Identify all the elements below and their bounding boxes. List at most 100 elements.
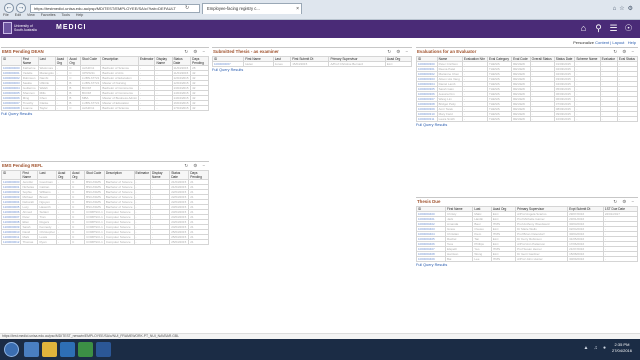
id-link[interactable]: 1100000007 bbox=[0, 214, 22, 220]
column-header[interactable]: Display Name bbox=[154, 56, 173, 66]
column-header[interactable]: Last bbox=[37, 170, 57, 180]
id-link[interactable]: 1000000300 bbox=[416, 61, 438, 67]
clock[interactable]: 2:35 PM 27/04/2016 bbox=[612, 342, 632, 354]
column-header[interactable]: Days Pending bbox=[188, 170, 209, 180]
column-header[interactable]: First Name bbox=[20, 170, 39, 180]
column-header[interactable]: Eval Status bbox=[616, 56, 639, 62]
id-link[interactable]: 1100000001 bbox=[0, 184, 22, 190]
forward-arrow-icon[interactable]: → bbox=[16, 3, 26, 13]
column-header[interactable]: Overall Status bbox=[529, 56, 555, 62]
gear-icon[interactable]: ⚙ bbox=[628, 6, 636, 12]
id-link[interactable]: 1000000005 bbox=[1, 90, 22, 96]
personalize-content-layout[interactable]: Content | Layout bbox=[595, 40, 624, 45]
column-header[interactable]: Acad Org bbox=[67, 56, 82, 66]
address-bar[interactable]: https://testmedici.unisa.edu.au/psp/MDIT… bbox=[30, 4, 200, 13]
id-link[interactable]: 1000000308 bbox=[416, 101, 438, 107]
menu-icon[interactable]: ☰ bbox=[606, 23, 621, 34]
column-header[interactable]: Acad Org bbox=[55, 170, 72, 180]
star-icon[interactable]: ☆ bbox=[619, 6, 627, 12]
id-link[interactable]: 1100000004 bbox=[0, 199, 22, 205]
id-link[interactable]: 1100000010 bbox=[0, 229, 22, 235]
id-link[interactable]: 1000000004 bbox=[1, 85, 22, 91]
menu-favorites[interactable]: Favorites bbox=[41, 13, 56, 17]
id-link[interactable]: 1000000302 bbox=[416, 71, 438, 77]
id-link[interactable]: 1100000011 bbox=[0, 234, 22, 240]
word-taskbar-icon[interactable] bbox=[96, 342, 111, 357]
start-button[interactable] bbox=[4, 342, 19, 357]
id-link[interactable]: 1000000000 bbox=[1, 65, 22, 71]
ie-taskbar-icon[interactable] bbox=[24, 342, 39, 357]
id-link[interactable]: 1000000007 bbox=[1, 100, 22, 106]
browser-tab[interactable]: Employee-facing registry c... × bbox=[202, 3, 302, 14]
column-header[interactable]: Stud Code bbox=[84, 170, 105, 180]
excel-taskbar-icon[interactable] bbox=[78, 342, 93, 357]
column-header[interactable]: Days Pending bbox=[190, 56, 209, 66]
column-header[interactable]: ID bbox=[0, 170, 22, 180]
column-header[interactable]: Status Date bbox=[171, 56, 192, 66]
outlook-taskbar-icon[interactable] bbox=[60, 342, 75, 357]
id-link[interactable]: 1000000311 bbox=[416, 116, 438, 122]
full-query-results-link[interactable]: Full Query Results bbox=[1, 112, 209, 116]
search-icon[interactable]: ⚲ bbox=[591, 23, 606, 34]
id-link[interactable]: 1000000303 bbox=[416, 76, 438, 82]
column-header[interactable]: Evaluation Nbr bbox=[461, 56, 488, 62]
column-header[interactable]: Description bbox=[103, 170, 135, 180]
home-icon[interactable]: ⌂ bbox=[576, 23, 591, 33]
id-link[interactable]: 1100000003 bbox=[0, 194, 22, 200]
column-header[interactable]: Scheme Name bbox=[574, 56, 601, 62]
id-link[interactable]: 1000000304 bbox=[416, 81, 438, 87]
university-logo[interactable]: University of South Australia bbox=[3, 22, 53, 35]
system-tray[interactable]: ▲ ♫ ● bbox=[584, 345, 609, 351]
column-header[interactable]: Last bbox=[37, 56, 56, 66]
help-link[interactable]: Help bbox=[628, 40, 636, 45]
column-header[interactable]: ID bbox=[1, 56, 22, 66]
column-header[interactable]: Evaluator bbox=[599, 56, 618, 62]
id-link[interactable]: 1000000002 bbox=[1, 75, 22, 81]
full-query-results-link[interactable]: Full Query Results bbox=[212, 68, 412, 72]
panel-settings-icons[interactable]: ↻ ⚙ − bbox=[184, 163, 207, 169]
id-link[interactable]: 1100000008 bbox=[0, 219, 22, 225]
id-link[interactable]: 1000000305 bbox=[416, 86, 438, 92]
id-link[interactable]: 1000000310 bbox=[416, 111, 438, 117]
back-arrow-icon[interactable]: ← bbox=[4, 3, 14, 13]
menu-tools[interactable]: Tools bbox=[62, 13, 70, 17]
id-link[interactable]: 1100000006 bbox=[0, 209, 22, 215]
column-header[interactable]: Acad Org bbox=[70, 170, 86, 180]
full-query-results-link[interactable]: Full Query Results bbox=[416, 123, 638, 127]
id-link[interactable]: 1000000001 bbox=[1, 70, 22, 76]
column-header[interactable]: Status Date bbox=[553, 56, 576, 62]
menu-edit[interactable]: Edit bbox=[15, 13, 21, 17]
menu-view[interactable]: View bbox=[27, 13, 35, 17]
column-header[interactable]: Stud Code bbox=[80, 56, 102, 66]
id-link[interactable]: 1100000002 bbox=[0, 189, 22, 195]
id-link[interactable]: 1000000003 bbox=[1, 80, 22, 86]
id-link[interactable]: 1100000012 bbox=[0, 239, 22, 245]
id-link[interactable]: 1000000309 bbox=[416, 106, 438, 112]
id-link[interactable]: 1100000005 bbox=[0, 204, 22, 210]
panel-settings-icons[interactable]: ↻ ⚙ − bbox=[387, 49, 410, 55]
panel-settings-icons[interactable]: ↻ ⚙ − bbox=[613, 49, 636, 55]
column-header[interactable]: Eval Code bbox=[511, 56, 531, 62]
menu-file[interactable]: File bbox=[3, 13, 9, 17]
menu-help[interactable]: Help bbox=[76, 13, 83, 17]
column-header[interactable]: Display Name bbox=[149, 170, 171, 180]
refresh-icon[interactable]: ↻ bbox=[185, 5, 189, 11]
full-query-results-link[interactable]: Full Query Results bbox=[416, 263, 638, 267]
panel-settings-icons[interactable]: ↻ ⚙ − bbox=[184, 49, 207, 55]
id-link[interactable]: 1100000000 bbox=[0, 179, 22, 185]
id-link[interactable]: 1000000307 bbox=[416, 96, 438, 102]
column-header[interactable]: Status Date bbox=[169, 170, 190, 180]
panel-settings-icons[interactable]: ↻ ⚙ − bbox=[613, 199, 636, 205]
column-header[interactable]: First Name bbox=[20, 56, 39, 66]
id-link[interactable]: 1000000067 bbox=[211, 61, 245, 67]
id-link[interactable]: 1000000008 bbox=[1, 105, 22, 111]
column-header[interactable]: Eval Category bbox=[486, 56, 513, 62]
id-link[interactable]: 1100000009 bbox=[0, 224, 22, 230]
close-icon[interactable]: × bbox=[296, 4, 299, 14]
browser-toolbar-icons[interactable]: ⌂☆⚙ bbox=[613, 5, 636, 12]
column-header[interactable]: Estimator bbox=[133, 170, 151, 180]
id-link[interactable]: 1000000306 bbox=[416, 91, 438, 97]
id-link[interactable]: 1000000409 bbox=[416, 256, 446, 262]
column-header[interactable]: Acad Org bbox=[54, 56, 69, 66]
compass-icon[interactable]: ☉ bbox=[621, 23, 636, 34]
